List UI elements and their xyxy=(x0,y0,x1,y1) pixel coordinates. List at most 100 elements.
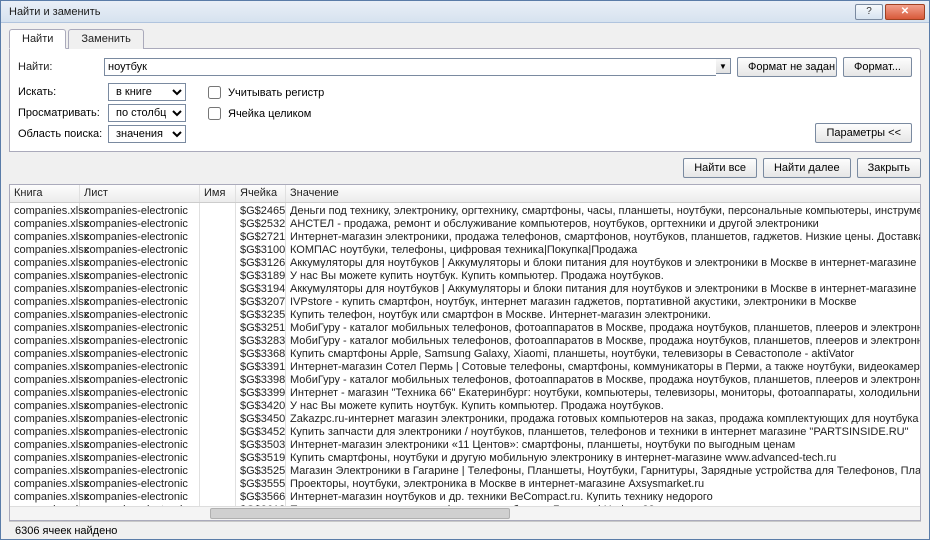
table-row[interactable]: companies.xlsxcompanies-electronic$G$246… xyxy=(10,203,920,216)
cell-sheet: companies-electronic xyxy=(80,216,200,229)
cell-book: companies.xlsx xyxy=(10,385,80,398)
cell-ref: $G$3391 xyxy=(236,359,286,372)
cell-value: Купить запчасти для электроники / ноутбу… xyxy=(286,424,920,437)
match-case-input[interactable] xyxy=(208,86,221,99)
table-row[interactable]: companies.xlsxcompanies-electronic$G$342… xyxy=(10,398,920,411)
cell-value: Купить смартфоны Apple, Samsung Galaxy, … xyxy=(286,346,920,359)
match-case-checkbox[interactable]: Учитывать регистр xyxy=(204,83,324,102)
help-button[interactable]: ? xyxy=(855,4,883,20)
whole-cell-input[interactable] xyxy=(208,107,221,120)
table-row[interactable]: companies.xlsxcompanies-electronic $G$253… xyxy=(10,216,920,229)
scope-select[interactable]: значения xyxy=(108,125,186,143)
find-all-button[interactable]: Найти все xyxy=(683,158,757,178)
table-row[interactable]: companies.xlsxcompanies-electronic$G$318… xyxy=(10,268,920,281)
cell-sheet: companies-electronic xyxy=(80,385,200,398)
horizontal-scrollbar[interactable] xyxy=(10,506,920,520)
table-row[interactable]: companies.xlsxcompanies-electronic$G$351… xyxy=(10,450,920,463)
format-none-button[interactable]: Формат не задан xyxy=(737,57,837,77)
cell-value: МобиГуру - каталог мобильных телефонов, … xyxy=(286,320,920,333)
tab-replace[interactable]: Заменить xyxy=(68,29,143,49)
cell-value: Интернет-магазин электроники, продажа те… xyxy=(286,229,920,242)
find-next-button[interactable]: Найти далее xyxy=(763,158,851,178)
col-header-sheet[interactable]: Лист xyxy=(80,185,200,202)
cell-book: companies.xlsx xyxy=(10,489,80,502)
find-history-dropdown[interactable]: ▼ xyxy=(716,58,731,74)
cell-value: IVPstore - купить смартфон, ноутбук, инт… xyxy=(286,294,920,307)
table-row[interactable]: companies.xlsxcompanies-electronic$G$345… xyxy=(10,411,920,424)
cell-ref: $G$3452 xyxy=(236,424,286,437)
parameters-toggle-button[interactable]: Параметры << xyxy=(815,123,912,143)
table-row[interactable]: companies.xlsxcompanies-electronic$G$355… xyxy=(10,476,920,489)
cell-name xyxy=(200,359,236,372)
col-header-name[interactable]: Имя xyxy=(200,185,236,202)
cell-value: АНСТЕЛ - продажа, ремонт и обслуживание … xyxy=(286,216,920,229)
cell-book: companies.xlsx xyxy=(10,229,80,242)
table-row[interactable]: companies.xlsxcompanies-electronic$G$328… xyxy=(10,333,920,346)
table-row[interactable]: companies.xlsxcompanies-electronic$G$352… xyxy=(10,463,920,476)
cell-value: МобиГуру - каталог мобильных телефонов, … xyxy=(286,372,920,385)
cell-value: МобиГуру - каталог мобильных телефонов, … xyxy=(286,333,920,346)
table-row[interactable]: companies.xlsxcompanies-electronic$G$320… xyxy=(10,294,920,307)
cell-book: companies.xlsx xyxy=(10,242,80,255)
cell-name xyxy=(200,242,236,255)
cell-ref: $G$3555 xyxy=(236,476,286,489)
cell-ref: $G$3398 xyxy=(236,372,286,385)
table-row[interactable]: companies.xlsxcompanies-electronic$G$339… xyxy=(10,372,920,385)
table-row[interactable]: companies.xlsxcompanies-electronic$G$336… xyxy=(10,346,920,359)
cell-sheet: companies-electronic xyxy=(80,268,200,281)
col-header-book[interactable]: Книга xyxy=(10,185,80,202)
cell-sheet: companies-electronic xyxy=(80,450,200,463)
tab-find[interactable]: Найти xyxy=(9,29,66,49)
cell-sheet: companies-electronic xyxy=(80,333,200,346)
cell-sheet: companies-electronic xyxy=(80,203,200,216)
cell-name xyxy=(200,398,236,411)
find-input[interactable] xyxy=(104,58,716,76)
cell-value: Zakazpc.ru-интернет магазин электроники,… xyxy=(286,411,920,424)
cell-name xyxy=(200,372,236,385)
cell-book: companies.xlsx xyxy=(10,216,80,229)
close-button[interactable]: Закрыть xyxy=(857,158,921,178)
scope-label: Область поиска: xyxy=(18,128,104,140)
cell-book: companies.xlsx xyxy=(10,203,80,216)
cell-ref: $G$3420 xyxy=(236,398,286,411)
cell-book: companies.xlsx xyxy=(10,320,80,333)
cell-name xyxy=(200,216,236,229)
cell-name xyxy=(200,333,236,346)
cell-ref: $G$2721 xyxy=(236,229,286,242)
table-row[interactable]: companies.xlsxcompanies-electronic$G$323… xyxy=(10,307,920,320)
col-header-cell[interactable]: Ячейка xyxy=(236,185,286,202)
window-close-button[interactable]: ✕ xyxy=(885,4,925,20)
cell-book: companies.xlsx xyxy=(10,359,80,372)
results-body[interactable]: companies.xlsxcompanies-electronic$G$246… xyxy=(10,203,920,506)
cell-value: Интернет-магазин Сотел Пермь | Сотовые т… xyxy=(286,359,920,372)
cell-ref: $G$2532 xyxy=(236,216,286,229)
table-row[interactable]: companies.xlsxcompanies-electronic $G$339… xyxy=(10,359,920,372)
table-row[interactable]: companies.xlsxcompanies-electronic$G$310… xyxy=(10,242,920,255)
table-row[interactable]: companies.xlsxcompanies-electronic$G$319… xyxy=(10,281,920,294)
find-label: Найти: xyxy=(18,61,98,73)
table-row[interactable]: companies.xlsxcompanies-electronic$G$325… xyxy=(10,320,920,333)
cell-book: companies.xlsx xyxy=(10,398,80,411)
cell-name xyxy=(200,437,236,450)
cell-value: Проекторы, ноутбуки, электроника в Москв… xyxy=(286,476,920,489)
cell-sheet: companies-electronic xyxy=(80,359,200,372)
table-row[interactable]: companies.xlsxcompanies-electronic$G$272… xyxy=(10,229,920,242)
cell-ref: $G$3235 xyxy=(236,307,286,320)
cell-sheet: companies-electronic xyxy=(80,346,200,359)
cell-book: companies.xlsx xyxy=(10,424,80,437)
table-row[interactable]: companies.xlsxcompanies-electronic$G$356… xyxy=(10,489,920,502)
look-by-select[interactable]: по столбцам xyxy=(108,104,186,122)
table-row[interactable]: companies.xlsxcompanies-electronic$G$345… xyxy=(10,424,920,437)
table-row[interactable]: companies.xlsxcompanies-electronic$G$312… xyxy=(10,255,920,268)
search-in-select[interactable]: в книге xyxy=(108,83,186,101)
format-button[interactable]: Формат... xyxy=(843,57,912,77)
cell-book: companies.xlsx xyxy=(10,463,80,476)
cell-name xyxy=(200,307,236,320)
cell-name xyxy=(200,476,236,489)
results-header: Книга Лист Имя Ячейка Значение xyxy=(10,185,920,203)
whole-cell-checkbox[interactable]: Ячейка целиком xyxy=(204,104,324,123)
table-row[interactable]: companies.xlsxcompanies-electronic$G$350… xyxy=(10,437,920,450)
horizontal-scroll-thumb[interactable] xyxy=(210,508,510,519)
col-header-value[interactable]: Значение xyxy=(286,185,920,202)
table-row[interactable]: companies.xlsxcompanies-electronic$G$339… xyxy=(10,385,920,398)
